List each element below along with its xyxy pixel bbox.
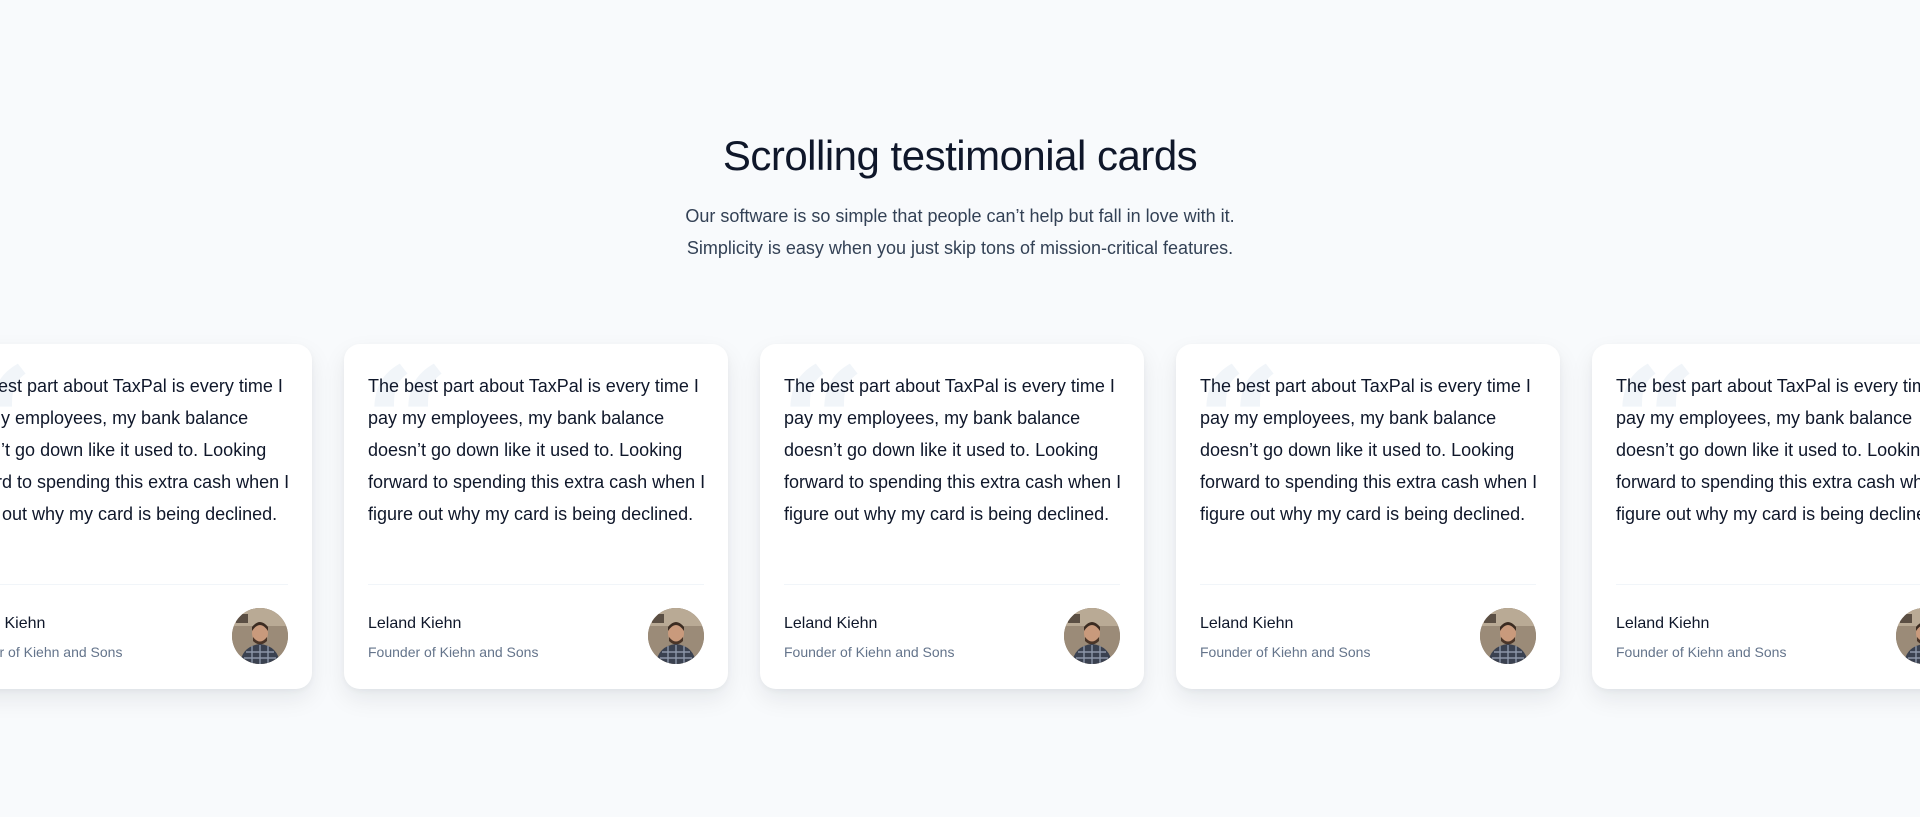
section-title: Scrolling testimonial cards xyxy=(722,132,1198,179)
testimonial-track: “ The best part about TaxPal is every ti… xyxy=(0,344,1920,689)
subtitle-line-2: Simplicity is easy when you just skip to… xyxy=(686,238,1234,258)
card-divider xyxy=(1200,584,1536,585)
author-role: Founder of Kiehn and Sons xyxy=(784,644,955,660)
author-role: Founder of Kiehn and Sons xyxy=(1200,644,1371,660)
testimonial-card: “ The best part about TaxPal is every ti… xyxy=(1592,344,1920,689)
testimonial-quote: The best part about TaxPal is every time… xyxy=(368,376,706,524)
person-photo-icon xyxy=(232,608,288,664)
testimonial-card: “ The best part about TaxPal is every ti… xyxy=(0,344,312,689)
card-divider xyxy=(784,584,1120,585)
avatar xyxy=(1064,608,1120,664)
person-photo-icon xyxy=(1480,608,1536,664)
card-divider xyxy=(0,584,288,585)
testimonial-quote: The best part about TaxPal is every time… xyxy=(0,376,290,524)
testimonials-section: Scrolling testimonial cards Our software… xyxy=(0,0,1920,817)
author-name: Leland Kiehn xyxy=(0,615,46,632)
testimonial-card: “ The best part about TaxPal is every ti… xyxy=(760,344,1144,689)
avatar xyxy=(1480,608,1536,664)
author-name: Leland Kiehn xyxy=(368,615,462,632)
avatar xyxy=(232,608,288,664)
card-divider xyxy=(368,584,704,585)
avatar xyxy=(1896,608,1920,664)
testimonial-quote: The best part about TaxPal is every time… xyxy=(784,376,1122,524)
testimonial-card: “ The best part about TaxPal is every ti… xyxy=(1176,344,1560,689)
author-name: Leland Kiehn xyxy=(784,615,878,632)
author-role: Founder of Kiehn and Sons xyxy=(0,644,123,660)
subtitle-line-1: Our software is so simple that people ca… xyxy=(685,206,1235,226)
testimonial-quote: The best part about TaxPal is every time… xyxy=(1616,376,1920,524)
person-photo-icon xyxy=(648,608,704,664)
author-role: Founder of Kiehn and Sons xyxy=(368,644,539,660)
person-photo-icon xyxy=(1896,608,1920,664)
avatar xyxy=(648,608,704,664)
section-subtitle: Our software is so simple that people ca… xyxy=(0,200,1920,264)
card-divider xyxy=(1616,584,1920,585)
author-role: Founder of Kiehn and Sons xyxy=(1616,644,1787,660)
testimonial-quote: The best part about TaxPal is every time… xyxy=(1200,376,1538,524)
person-photo-icon xyxy=(1064,608,1120,664)
author-name: Leland Kiehn xyxy=(1616,615,1710,632)
testimonial-card: “ The best part about TaxPal is every ti… xyxy=(344,344,728,689)
author-name: Leland Kiehn xyxy=(1200,615,1294,632)
